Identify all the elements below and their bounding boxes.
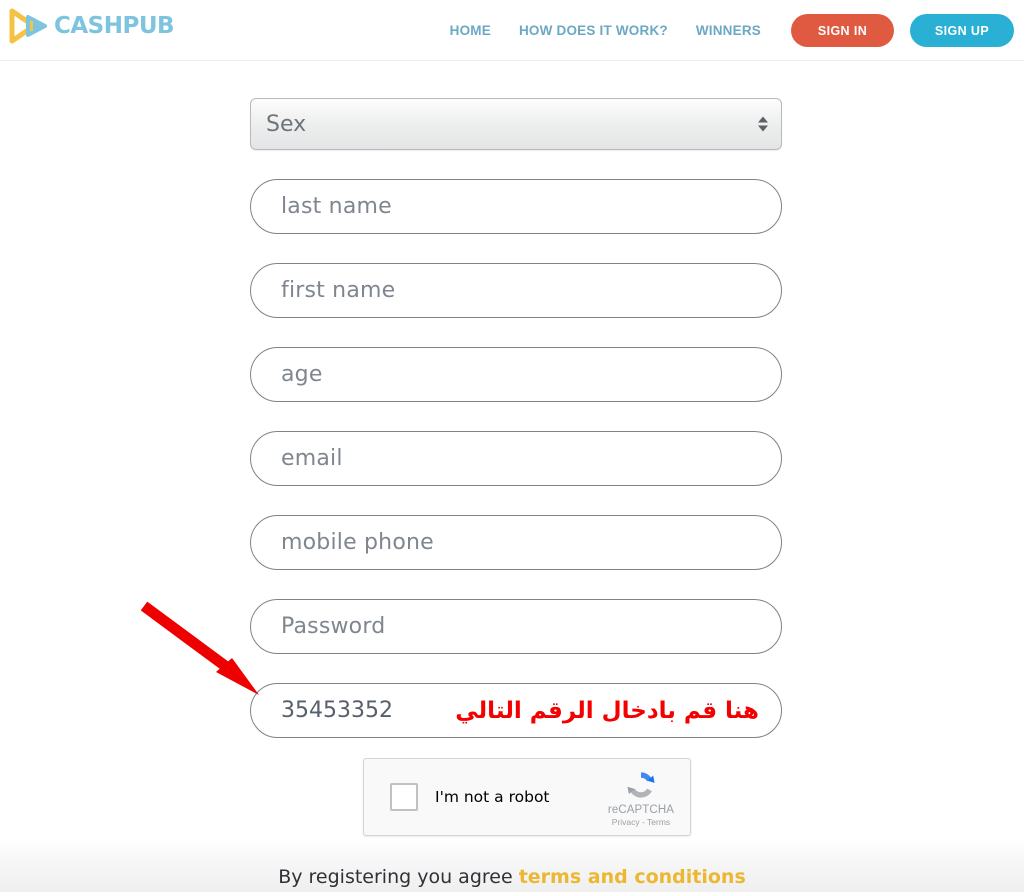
- brand-name: CASHPUB: [54, 12, 175, 39]
- field-row-password: Password: [250, 599, 782, 654]
- first-name-placeholder: first name: [281, 278, 396, 303]
- email-input[interactable]: email: [250, 431, 782, 486]
- select-stepper-icon: [758, 116, 768, 132]
- field-row-email: email: [250, 431, 782, 486]
- recaptcha-widget[interactable]: I'm not a robot reCAPTCHA Privacy - Term…: [363, 758, 691, 836]
- field-row-referral-code: 35453352 هنا قم بادخال الرقم التالي: [250, 683, 782, 738]
- last-name-input[interactable]: last name: [250, 179, 782, 234]
- field-row-mobile-phone: mobile phone: [250, 515, 782, 570]
- age-input[interactable]: age: [250, 347, 782, 402]
- site-header: CASHPUB HOME HOW DOES IT WORK? WINNERS S…: [0, 0, 1024, 61]
- recaptcha-logo-icon: [627, 772, 655, 798]
- field-row-age: age: [250, 347, 782, 402]
- mobile-phone-input[interactable]: mobile phone: [250, 515, 782, 570]
- field-row-last-name: last name: [250, 179, 782, 234]
- nav-link-home[interactable]: HOME: [436, 23, 505, 38]
- recaptcha-label: I'm not a robot: [435, 788, 550, 806]
- cashpub-logo-icon: [9, 8, 47, 44]
- password-placeholder: Password: [281, 614, 386, 639]
- terms-and-conditions-link[interactable]: terms and conditions: [519, 866, 746, 888]
- field-row-first-name: first name: [250, 263, 782, 318]
- main-navigation: HOME HOW DOES IT WORK? WINNERS SIGN IN S…: [436, 0, 1014, 61]
- field-row-sex: Sex: [250, 98, 782, 150]
- sign-in-button[interactable]: SIGN IN: [791, 14, 894, 47]
- recaptcha-branding: reCAPTCHA Privacy - Terms: [608, 767, 674, 827]
- recaptcha-checkbox[interactable]: [390, 783, 418, 811]
- password-input[interactable]: Password: [250, 599, 782, 654]
- referral-code-value: 35453352: [281, 698, 393, 723]
- mobile-phone-placeholder: mobile phone: [281, 530, 434, 555]
- nav-link-how-does-it-work[interactable]: HOW DOES IT WORK?: [505, 23, 682, 38]
- arabic-instruction-annotation: هنا قم بادخال الرقم التالي: [455, 697, 759, 724]
- recaptcha-legal-links[interactable]: Privacy - Terms: [612, 817, 670, 827]
- nav-link-winners[interactable]: WINNERS: [682, 23, 775, 38]
- footer-terms-text: By registering you agree terms and condi…: [0, 866, 1024, 888]
- brand-logo[interactable]: CASHPUB: [8, 8, 175, 44]
- email-placeholder: email: [281, 446, 343, 471]
- referral-code-input[interactable]: 35453352 هنا قم بادخال الرقم التالي: [250, 683, 782, 738]
- footer-prefix: By registering you agree: [278, 866, 519, 888]
- recaptcha-brand-name: reCAPTCHA: [607, 804, 674, 816]
- sex-select[interactable]: Sex: [250, 98, 782, 150]
- last-name-placeholder: last name: [281, 194, 392, 219]
- sex-select-value: Sex: [266, 111, 307, 137]
- first-name-input[interactable]: first name: [250, 263, 782, 318]
- signup-page: CASHPUB HOME HOW DOES IT WORK? WINNERS S…: [0, 0, 1024, 892]
- age-placeholder: age: [281, 362, 323, 387]
- registration-form: Sex last name first name age email mobil…: [250, 98, 782, 767]
- sign-up-button[interactable]: SIGN UP: [910, 14, 1014, 47]
